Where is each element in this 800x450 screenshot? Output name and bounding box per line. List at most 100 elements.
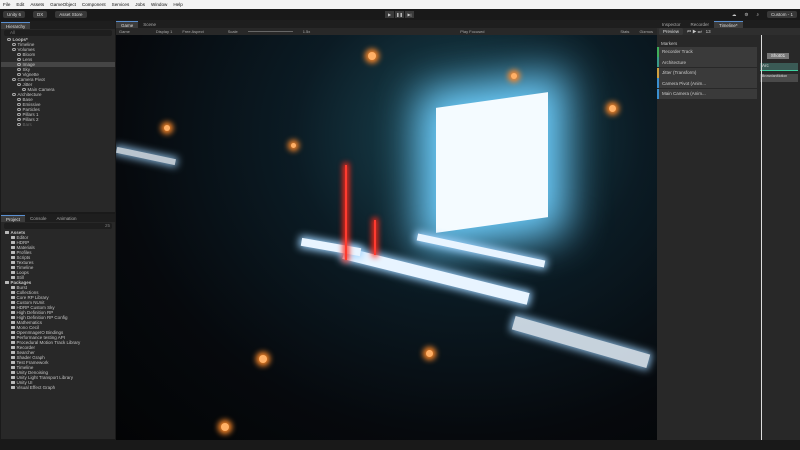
mode-dropdown[interactable]: Game [119,29,130,34]
project-panel: Project Console Animation 25 Assets Edito… [0,213,116,440]
folder-icon [11,366,15,370]
folder-icon [11,296,15,300]
hierarchy-item-label: Bars [22,122,32,127]
folder-icon [5,281,9,285]
menu-file[interactable]: File [3,2,10,7]
folder-icon [11,311,15,315]
timeline-track[interactable]: Jitter (Transform) [657,67,757,78]
play-icon[interactable]: ▶ [385,11,394,18]
tab-animation[interactable]: Animation [52,215,82,222]
gameobject-icon [17,83,21,87]
folder-icon [11,246,15,250]
folder-icon [11,341,15,345]
tab-console[interactable]: Console [25,215,52,222]
playhead[interactable] [761,35,762,440]
light-bar [416,233,546,268]
menu-edit[interactable]: Edit [16,2,24,7]
project-item-label: Visual Effect Graph [16,385,56,390]
folder-icon [11,236,15,240]
cloud-icon[interactable]: ☁ [732,12,737,18]
orange-light [164,125,170,131]
step-icon[interactable]: ▶| [405,11,414,18]
folder-icon [11,291,15,295]
timeline-playback-icons[interactable]: ⏮ ▶ ⏭ [687,29,702,34]
frame-field[interactable]: 13 [706,29,711,34]
game-render[interactable] [116,35,657,440]
timeline-track[interactable]: Main Camera (Anim... [657,88,757,99]
play-mode-dropdown[interactable]: Play Focused [460,29,484,34]
timeline-track[interactable]: Architecture [657,57,757,67]
gameobject-icon [12,48,16,52]
branch-button[interactable]: DX [33,11,48,18]
project-search[interactable]: 25 [4,223,112,229]
gameobject-icon [7,38,11,42]
folder-icon [11,316,15,320]
folder-icon [11,381,15,385]
project-item[interactable]: Visual Effect Graph [1,385,115,390]
stats-button[interactable]: Stats [620,29,629,34]
search-icon[interactable]: ⌕ [756,12,759,17]
gizmos-button[interactable]: Gizmos [639,29,653,34]
menu-bar: File Edit Assets GameObject Component Service… [0,0,800,9]
folder-icon [11,276,15,280]
timeline-track[interactable]: Recorder Track [657,46,757,57]
markers-row: Markers [661,41,678,46]
aspect-dropdown[interactable]: Free Aspect [182,29,203,34]
gear-icon[interactable]: ⚙ [744,12,748,18]
timeline-track[interactable]: Camera Pivot (Anim... [657,78,757,88]
track-label: Architecture [662,59,687,65]
tab-hierarchy[interactable]: Hierarchy [1,22,31,29]
track-label: Jitter (Transform) [662,70,697,75]
folder-icon [11,271,15,275]
tab-project[interactable]: Project [1,215,26,222]
track-label: Camera Pivot (Anim... [662,80,707,86]
timeline-clip[interactable]: Shot01 [767,53,789,59]
pause-icon[interactable]: ❚❚ [395,11,404,18]
account-button[interactable]: Unity 6 [3,11,26,18]
gameobject-icon [12,93,16,97]
folder-icon [11,321,15,325]
timeline-clip[interactable]: BrownianMotion [760,74,798,82]
tab-timeline[interactable]: Timeline* [714,21,743,28]
gameobject-icon [17,118,21,122]
red-laser [345,165,347,260]
tab-recorder[interactable]: Recorder [686,21,715,28]
track-label: Main Camera (Anim... [662,91,706,96]
asset-store-button[interactable]: Asset Store [55,11,87,18]
hierarchy-item[interactable]: Bars [1,122,115,127]
folder-icon [11,371,15,375]
scale-slider[interactable] [247,31,293,32]
status-bar [0,440,800,450]
hierarchy-search[interactable]: All [4,30,112,36]
menu-assets[interactable]: Assets [30,2,44,7]
hierarchy-list: Loops* Timeline Volumes Bloom Lens Image Sky Vi… [1,37,115,127]
gameobject-icon [17,68,21,72]
tab-inspector[interactable]: Inspector [657,21,686,28]
orange-light [221,423,229,431]
orange-light [609,105,616,112]
menu-jobs[interactable]: Jobs [135,2,145,7]
folder-icon [11,346,15,350]
timeline-clip[interactable]: Arc [760,63,798,71]
folder-icon [11,326,15,330]
gameobject-icon [17,108,21,112]
display-dropdown[interactable]: Display 1 [156,29,172,34]
folder-icon [11,286,15,290]
orange-light [259,355,267,363]
menu-gameobject[interactable]: GameObject [50,2,76,7]
menu-component[interactable]: Component [82,2,106,7]
preview-button[interactable]: Preview [659,28,684,35]
tab-scene[interactable]: Scene [138,21,161,28]
menu-services[interactable]: Services [112,2,130,7]
layout-dropdown[interactable]: Custom - 1 [766,11,797,18]
menu-help[interactable]: Help [173,2,182,7]
orange-light [368,52,376,60]
orange-light [426,350,433,357]
red-laser [374,220,376,255]
menu-window[interactable]: Window [151,2,167,7]
timeline-panel: Inspector Recorder Timeline* Preview ⏮ ▶… [657,20,800,440]
tab-game[interactable]: Game [116,21,139,28]
gameobject-icon [17,58,21,62]
asset-count: 25 [104,223,110,228]
folder-icon [11,376,15,380]
